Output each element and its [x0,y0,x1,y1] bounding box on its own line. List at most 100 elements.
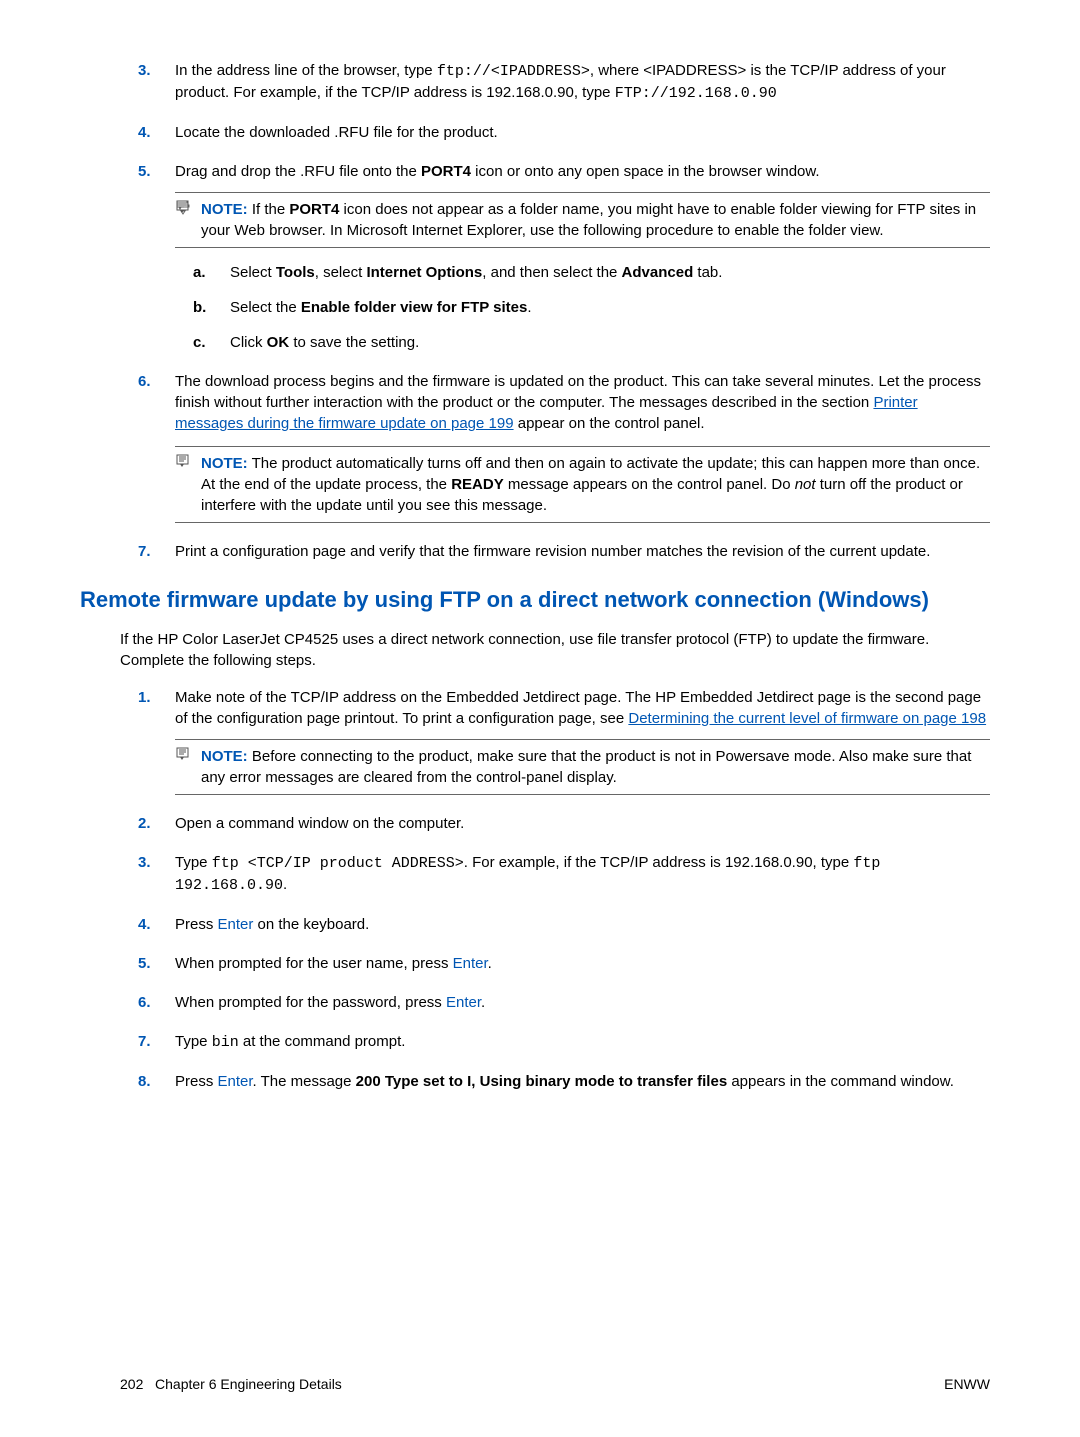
text-fragment: , select [315,264,367,281]
substep-c: c. Click OK to save the setting. [175,332,990,353]
text-fragment: message appears on the control panel. Do [504,476,795,493]
step-number: 6. [138,992,151,1013]
step-text: The download process begins and the firm… [175,373,981,432]
note-label: NOTE: [201,201,248,218]
step-text: When prompted for the password, press En… [175,994,485,1011]
page-footer: 202 Chapter 6 Engineering Details ENWW [120,1375,990,1395]
step-text: Press Enter on the keyboard. [175,916,369,933]
text-fragment: , and then select the [482,264,621,281]
code-fragment: ftp://<IPADDRESS> [437,63,590,80]
step-text: Drag and drop the .RFU file onto the POR… [175,163,820,180]
note-icon [175,199,195,221]
step-number: 4. [138,122,151,143]
step-number: 3. [138,852,151,873]
text-fragment: . [527,299,531,316]
text-fragment: Press [175,1073,218,1090]
bstep-8: 8. Press Enter. The message 200 Type set… [120,1071,990,1092]
step-number: 5. [138,161,151,182]
bold-fragment: PORT4 [421,163,471,180]
enter-key: Enter [218,1073,253,1090]
step-7: 7. Print a configuration page and verify… [120,541,990,562]
substep-letter: a. [193,262,206,283]
code-fragment: ftp <TCP/IP product ADDRESS> [212,855,464,872]
text-fragment: The download process begins and the firm… [175,373,981,411]
note-label: NOTE: [201,748,248,765]
step-number: 7. [138,541,151,562]
text-fragment: Click [230,334,267,351]
text-fragment: . [481,994,485,1011]
text-fragment: Drag and drop the .RFU file onto the [175,163,421,180]
bstep-1: 1. Make note of the TCP/IP address on th… [120,687,990,795]
substep-a: a. Select Tools, select Internet Options… [175,262,990,283]
bold-fragment: Advanced [622,264,694,281]
bold-fragment: 200 Type set to I, Using binary mode to … [356,1073,727,1090]
text-fragment: icon or onto any open space in the brows… [471,163,820,180]
bold-fragment: READY [451,476,504,493]
bold-fragment: Tools [276,264,315,281]
text-fragment: Type [175,854,212,871]
step-text: Type ftp <TCP/IP product ADDRESS>. For e… [175,854,880,893]
note-icon [175,453,195,475]
enter-key: Enter [446,994,481,1011]
step-text: Type bin at the command prompt. [175,1033,405,1050]
bstep-3: 3. Type ftp <TCP/IP product ADDRESS>. Fo… [120,852,990,896]
text-fragment: . For example, if the TCP/IP address is … [464,854,854,871]
text-fragment: Select the [230,299,301,316]
substep-text: Click OK to save the setting. [230,334,419,351]
note-text: NOTE: Before connecting to the product, … [201,746,990,788]
text-fragment: In the address line of the browser, type [175,62,437,79]
code-fragment: FTP://192.168.0.90 [615,85,777,102]
substep-letter: b. [193,297,206,318]
step-number: 3. [138,60,151,81]
bold-fragment: PORT4 [289,201,339,218]
text-fragment: Before connecting to the product, make s… [201,748,971,786]
code-fragment: bin [212,1034,239,1051]
chapter-label: Chapter 6 Engineering Details [155,1376,342,1392]
footer-left: 202 Chapter 6 Engineering Details [120,1375,342,1395]
step-5: 5. Drag and drop the .RFU file onto the … [120,161,990,353]
text-fragment: If the [252,201,290,218]
bold-fragment: OK [267,334,290,351]
continued-list: 3. In the address line of the browser, t… [120,60,990,562]
text-fragment: . [283,876,287,893]
enter-key: Enter [218,916,254,933]
substep-b: b. Select the Enable folder view for FTP… [175,297,990,318]
section-heading: Remote firmware update by using FTP on a… [80,586,990,615]
bstep-4: 4. Press Enter on the keyboard. [120,914,990,935]
bstep-6: 6. When prompted for the password, press… [120,992,990,1013]
substep-letter: c. [193,332,206,353]
text-fragment: to save the setting. [289,334,419,351]
text-fragment: When prompted for the password, press [175,994,446,1011]
bstep-2: 2. Open a command window on the computer… [120,813,990,834]
step-6: 6. The download process begins and the f… [120,371,990,523]
text-fragment: Select [230,264,276,281]
step-number: 5. [138,953,151,974]
step-number: 6. [138,371,151,392]
bold-fragment: Enable folder view for FTP sites [301,299,527,316]
text-fragment: tab. [693,264,722,281]
note-icon [175,746,195,768]
note-label: NOTE: [201,455,248,472]
bstep-7: 7. Type bin at the command prompt. [120,1031,990,1053]
step-text: Print a configuration page and verify th… [175,543,930,560]
step-number: 8. [138,1071,151,1092]
step-4: 4. Locate the downloaded .RFU file for t… [120,122,990,143]
note-block: NOTE: The product automatically turns of… [175,446,990,523]
step-text: Locate the downloaded .RFU file for the … [175,124,498,141]
step-text: In the address line of the browser, type… [175,62,946,101]
link-determining-firmware[interactable]: Determining the current level of firmwar… [628,710,986,727]
step-number: 1. [138,687,151,708]
step-text: When prompted for the user name, press E… [175,955,492,972]
text-fragment: When prompted for the user name, press [175,955,453,972]
bstep-5: 5. When prompted for the user name, pres… [120,953,990,974]
text-fragment: appears in the command window. [727,1073,954,1090]
page-number: 202 [120,1376,143,1392]
footer-right: ENWW [944,1375,990,1395]
intro-paragraph: If the HP Color LaserJet CP4525 uses a d… [120,629,990,671]
text-fragment: Type [175,1033,212,1050]
italic-fragment: not [795,476,816,493]
step-text: Press Enter. The message 200 Type set to… [175,1073,954,1090]
substep-text: Select Tools, select Internet Options, a… [230,264,722,281]
note-text: NOTE: The product automatically turns of… [201,453,990,516]
second-list: 1. Make note of the TCP/IP address on th… [120,687,990,1092]
